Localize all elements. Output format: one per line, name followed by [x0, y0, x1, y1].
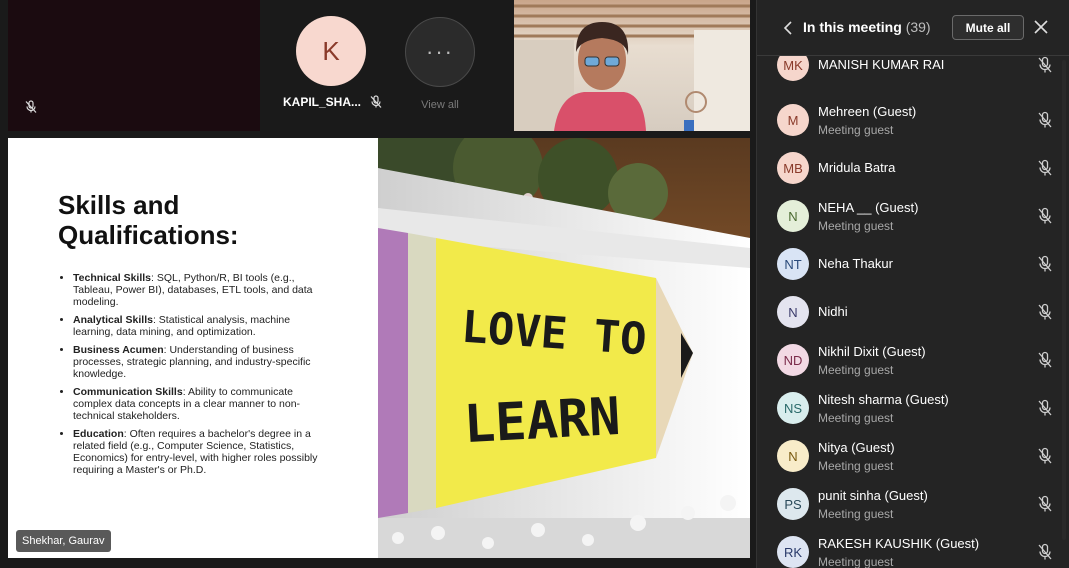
avatar: K [296, 16, 366, 86]
mic-off-icon[interactable] [1037, 56, 1053, 79]
slide-bullet: Business Acumen: Understanding of busine… [73, 344, 323, 380]
avatar: N [777, 296, 809, 328]
participant-name: Mehreen (Guest) [818, 104, 917, 119]
participant-row[interactable]: N Nitya (Guest) Meeting guest [757, 432, 1069, 480]
participant-name: punit sinha (Guest) [818, 488, 928, 503]
meeting-stage: K KAPIL_SHA... ··· View all Skills and Q… [0, 0, 756, 568]
participant-role: Meeting guest [818, 411, 894, 425]
video-tile-camera[interactable] [514, 0, 750, 131]
mic-off-icon [24, 100, 38, 119]
participant-tile-kapil[interactable]: K [286, 16, 376, 86]
scrollbar[interactable] [1062, 60, 1066, 540]
camera-feed-image [514, 0, 750, 131]
participant-row[interactable]: PS punit sinha (Guest) Meeting guest [757, 480, 1069, 528]
participant-name: Nidhi [818, 304, 848, 319]
avatar: ND [777, 344, 809, 376]
avatar: MK [777, 56, 809, 81]
mic-off-icon[interactable] [1037, 495, 1053, 518]
participant-role: Meeting guest [818, 363, 894, 377]
video-tile-muted[interactable] [8, 0, 260, 131]
panel-header: In this meeting (39) Mute all [757, 0, 1069, 56]
participant-row[interactable]: ND Nikhil Dixit (Guest) Meeting guest [757, 336, 1069, 384]
participant-name: Mridula Batra [818, 160, 896, 175]
close-button[interactable] [1032, 18, 1050, 36]
participant-row[interactable]: NS Nitesh sharma (Guest) Meeting guest [757, 384, 1069, 432]
photo-text-line2: LEARN [462, 387, 621, 455]
slide-title: Skills and Qualifications: [58, 190, 239, 250]
participant-row[interactable]: N Nidhi [757, 288, 1069, 336]
avatar: NS [777, 392, 809, 424]
participant-row[interactable]: NT Neha Thakur [757, 240, 1069, 288]
back-button[interactable] [779, 18, 797, 38]
slide-photo: LOVE TO LEARN [378, 138, 750, 558]
mic-off-icon[interactable] [1037, 543, 1053, 566]
mic-off-icon[interactable] [1037, 111, 1053, 134]
view-all-label: View all [421, 99, 459, 111]
participant-row[interactable]: MK MANISH KUMAR RAI [757, 56, 1069, 89]
participant-row[interactable]: RK RAKESH KAUSHIK (Guest) Meeting guest [757, 528, 1069, 568]
participant-name: Nikhil Dixit (Guest) [818, 344, 926, 359]
avatar: N [777, 200, 809, 232]
participant-name: Nitesh sharma (Guest) [818, 392, 949, 407]
avatar: N [777, 440, 809, 472]
mic-off-icon[interactable] [1037, 399, 1053, 422]
participant-role: Meeting guest [818, 219, 894, 233]
more-icon: ··· [405, 17, 475, 87]
participant-name: KAPIL_SHA... [283, 95, 362, 109]
mic-off-icon[interactable] [1037, 351, 1053, 374]
participant-role: Meeting guest [818, 459, 894, 473]
participant-name: RAKESH KAUSHIK (Guest) [818, 536, 980, 551]
slide-bullet: Analytical Skills: Statistical analysis,… [73, 314, 323, 338]
participant-role: Meeting guest [818, 507, 894, 521]
slide-bullet: Technical Skills: SQL, Python/R, BI tool… [73, 272, 323, 308]
avatar: NT [777, 248, 809, 280]
participant-row[interactable]: M Mehreen (Guest) Meeting guest [757, 96, 1069, 144]
close-icon [1034, 20, 1048, 34]
shared-slide: Skills and Qualifications: Technical Ski… [8, 138, 378, 558]
chevron-left-icon [783, 21, 792, 35]
mic-off-icon[interactable] [1037, 159, 1053, 182]
participant-name: MANISH KUMAR RAI [818, 57, 945, 72]
participant-name-row: KAPIL_SHA... [283, 95, 383, 109]
mic-off-icon[interactable] [1037, 303, 1053, 326]
presenter-name-tag: Shekhar, Gaurav [16, 530, 111, 552]
mute-all-button[interactable]: Mute all [952, 15, 1024, 40]
avatar: PS [777, 488, 809, 520]
slide-bullet: Education: Often requires a bachelor's d… [73, 428, 323, 476]
participant-list[interactable]: MK MANISH KUMAR RAI M Mehreen (Guest) Meetin… [757, 56, 1069, 568]
participant-row[interactable]: N NEHA __ (Guest) Meeting guest [757, 192, 1069, 240]
participants-panel: In this meeting (39) Mute all MK MANISH K… [756, 0, 1069, 568]
slide-bullet-list: Technical Skills: SQL, Python/R, BI tool… [73, 272, 323, 482]
avatar: RK [777, 536, 809, 568]
mic-off-icon[interactable] [1037, 207, 1053, 230]
avatar: MB [777, 152, 809, 184]
participant-count: (39) [905, 19, 931, 35]
participant-name: Nitya (Guest) [818, 440, 895, 455]
mic-off-icon [370, 95, 382, 108]
participant-row[interactable]: MB Mridula Batra [757, 144, 1069, 192]
view-all-button[interactable]: ··· View all [405, 17, 475, 111]
panel-title: In this meeting (39) [803, 19, 931, 35]
participant-role: Meeting guest [818, 555, 894, 568]
slide-bullet: Communication Skills: Ability to communi… [73, 386, 323, 422]
participant-role: Meeting guest [818, 123, 894, 137]
participant-name: NEHA __ (Guest) [818, 200, 919, 215]
avatar: M [777, 104, 809, 136]
mic-off-icon[interactable] [1037, 447, 1053, 470]
mic-off-icon[interactable] [1037, 255, 1053, 278]
participant-name: Neha Thakur [818, 256, 893, 271]
